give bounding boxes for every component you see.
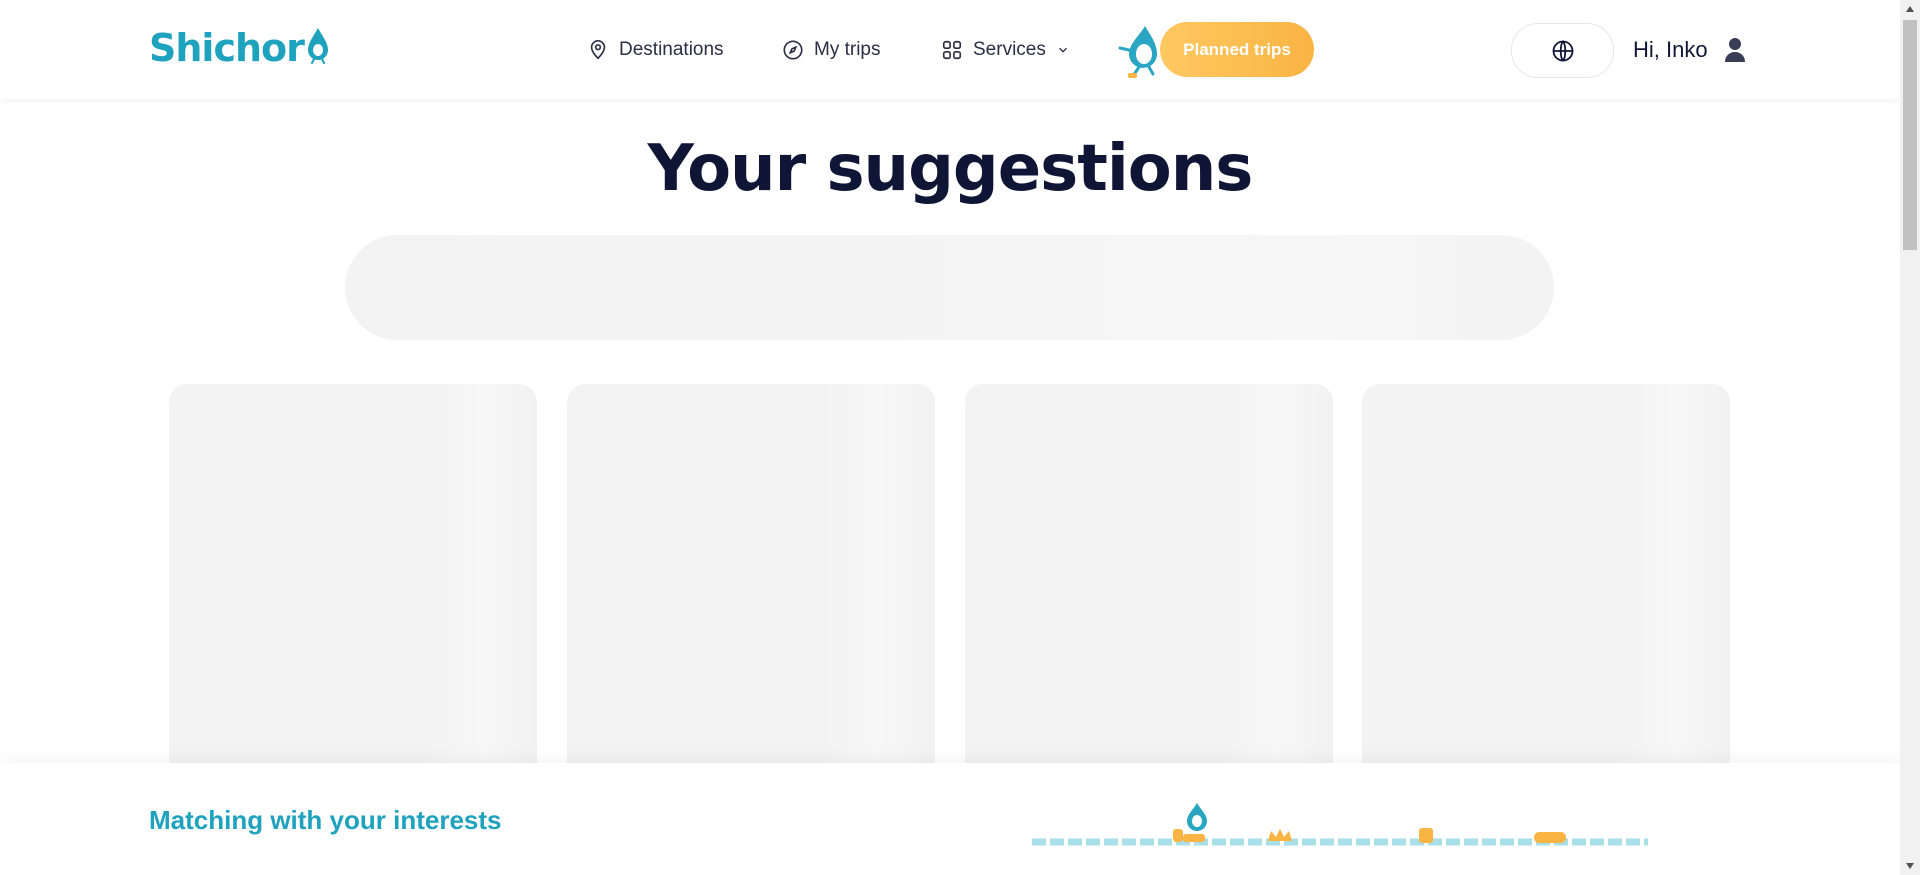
scroll-down-arrow-icon[interactable] (1900, 857, 1920, 875)
nav-my-trips[interactable]: My trips (782, 28, 881, 72)
grid-icon (942, 40, 962, 60)
matching-panel: Matching with your interests (0, 763, 1900, 875)
suggestion-card-skeleton (169, 384, 537, 784)
user-menu[interactable]: Hi, Inko (1633, 28, 1746, 72)
logo-text: Shichor (149, 26, 305, 70)
nav-destinations-label: Destinations (619, 39, 724, 60)
nav-services[interactable]: Services (941, 28, 1070, 72)
planned-trips-button[interactable]: Planned trips (1160, 22, 1314, 77)
user-icon (1724, 38, 1745, 62)
compass-icon (783, 40, 803, 60)
language-button[interactable] (1511, 23, 1614, 78)
chevron-down-icon (1058, 47, 1067, 53)
scrollbar-thumb[interactable] (1903, 20, 1917, 250)
loading-road-illustration (1032, 803, 1648, 846)
suggestion-card-skeleton (567, 384, 935, 784)
page-title: Your suggestions (647, 132, 1254, 206)
nav-destinations[interactable]: Destinations (587, 28, 724, 72)
scroll-up-arrow-icon[interactable] (1900, 0, 1920, 18)
user-greeting: Hi, Inko (1633, 37, 1708, 62)
nav-my-trips-label: My trips (814, 39, 881, 60)
matching-status-text: Matching with your interests (149, 805, 502, 835)
nav-services-label: Services (973, 39, 1046, 60)
logo-drop-icon (307, 28, 328, 64)
globe-icon (1552, 39, 1573, 62)
page: Shichor Destinations My trips Services P… (0, 0, 1900, 875)
page-scrollbar[interactable] (1900, 0, 1920, 875)
location-pin-icon (590, 40, 606, 60)
suggestion-card-skeleton (1362, 384, 1730, 784)
shichor-logo[interactable]: Shichor (149, 26, 330, 70)
search-skeleton (345, 235, 1554, 340)
suggestion-card-skeleton (965, 384, 1333, 784)
top-header: Shichor Destinations My trips Services P… (0, 0, 1900, 99)
